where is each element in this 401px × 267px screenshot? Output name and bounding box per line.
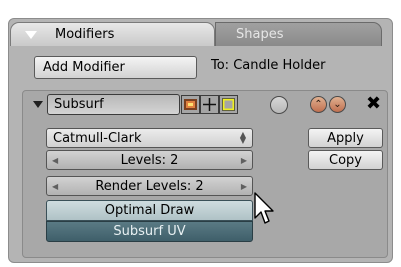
tab-shapes[interactable]: Shapes [215, 22, 382, 46]
subsurf-uv-toggle[interactable]: Subsurf UV [46, 221, 253, 242]
panel-collapse-icon[interactable] [25, 30, 37, 39]
decrement-arrow-icon[interactable]: ◀ [52, 182, 58, 191]
close-icon[interactable]: ✖ [366, 93, 381, 114]
move-down-icon[interactable]: ⌄ [329, 96, 346, 113]
add-modifier-button[interactable]: Add Modifier [34, 56, 197, 79]
subdivision-type-select[interactable]: Catmull-Clark ▲ ▼ [46, 128, 253, 148]
render-levels-slider[interactable]: ◀ Render Levels: 2 ▶ [46, 176, 253, 196]
select-arrows-icon: ▲ ▼ [239, 130, 246, 145]
increment-arrow-icon[interactable]: ▶ [241, 182, 247, 191]
increment-arrow-icon[interactable]: ▶ [241, 156, 247, 165]
target-object-label: To: Candle Holder [211, 58, 326, 73]
modifier-name-field[interactable]: Subsurf [47, 94, 180, 115]
render-toggle-icon[interactable] [181, 95, 200, 114]
levels-label: Levels: 2 [120, 152, 179, 168]
apply-button[interactable]: Apply [308, 128, 383, 148]
subdivision-type-value: Catmull-Clark [53, 130, 142, 146]
optimal-draw-toggle[interactable]: Optimal Draw [46, 200, 253, 221]
realtime-circle-icon[interactable] [270, 96, 288, 114]
mouse-cursor-icon [254, 192, 276, 230]
tab-modifiers-label: Modifiers [55, 27, 115, 42]
tab-modifiers[interactable]: Modifiers [10, 22, 215, 46]
move-up-icon[interactable]: ⌃ [310, 96, 327, 113]
edit-mode-toggle-icon[interactable] [200, 95, 219, 114]
levels-slider[interactable]: ◀ Levels: 2 ▶ [46, 150, 253, 170]
decrement-arrow-icon[interactable]: ◀ [52, 156, 58, 165]
render-levels-label: Render Levels: 2 [95, 178, 204, 194]
cage-toggle-icon[interactable] [219, 95, 238, 114]
tab-shapes-label: Shapes [236, 27, 284, 42]
copy-button[interactable]: Copy [308, 150, 383, 170]
modifier-collapse-icon[interactable] [33, 101, 43, 108]
